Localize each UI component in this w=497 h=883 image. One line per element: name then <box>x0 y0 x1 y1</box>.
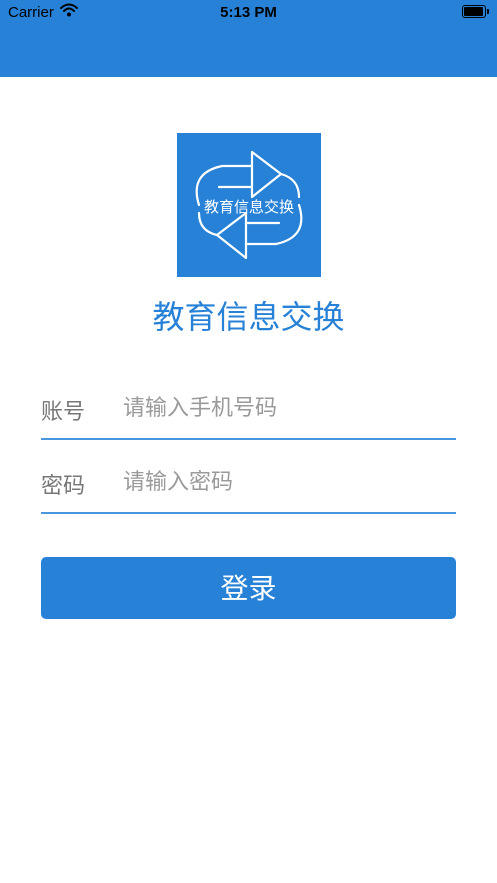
password-label: 密码 <box>41 474 86 499</box>
password-field: 密码 <box>41 454 456 514</box>
app-logo: 教育信息交换 <box>177 133 321 277</box>
app-title: 教育信息交换 <box>152 298 345 336</box>
status-time: 5:13 PM <box>220 4 277 21</box>
battery-icon <box>462 5 489 18</box>
status-bar: Carrier 5:13 PM <box>0 0 497 26</box>
password-input[interactable] <box>123 464 453 500</box>
account-input[interactable] <box>123 390 453 426</box>
account-label: 账号 <box>41 400 86 425</box>
login-button[interactable]: 登录 <box>41 557 456 619</box>
nav-header: Carrier 5:13 PM <box>0 0 497 77</box>
password-underline <box>41 512 456 514</box>
account-field: 账号 <box>41 380 456 440</box>
logo-text: 教育信息交换 <box>203 198 294 216</box>
account-underline <box>41 438 456 440</box>
